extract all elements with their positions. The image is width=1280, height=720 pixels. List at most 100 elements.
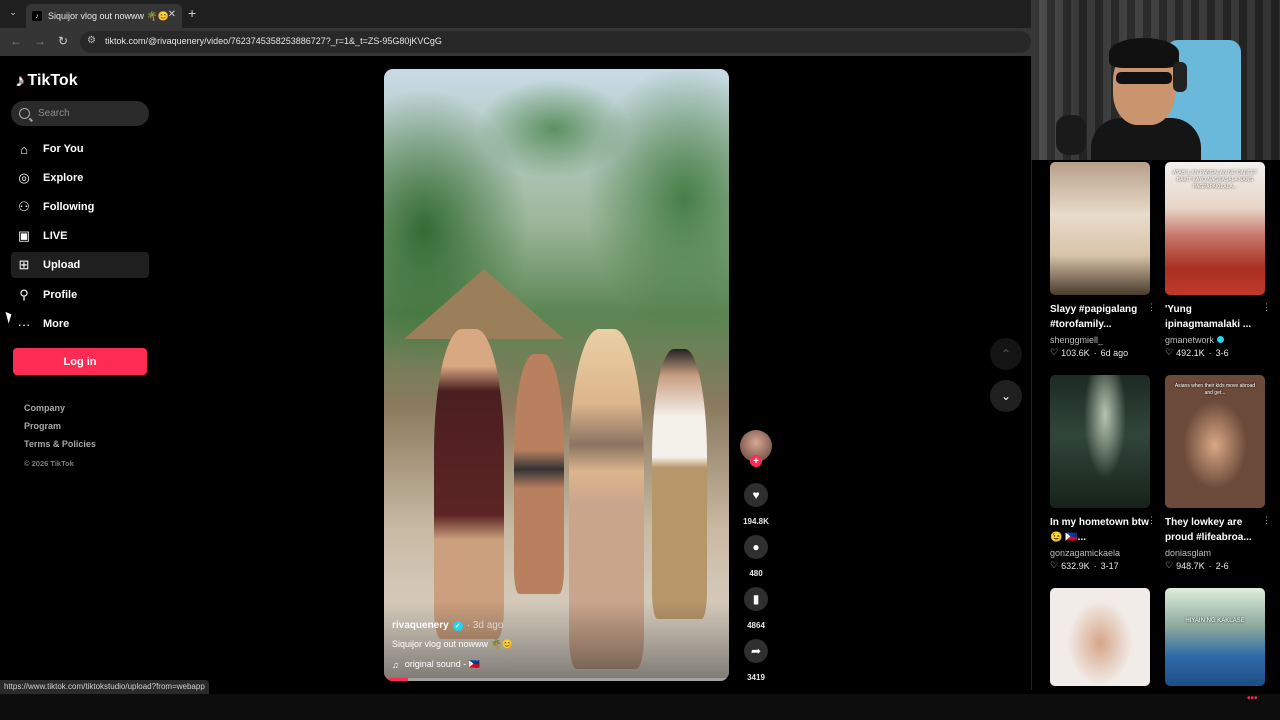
rec-stats: ♡ 492.1K · 3-6	[1165, 347, 1265, 358]
tiktok-logo[interactable]: ♪ TikTok	[16, 71, 78, 91]
sidebar: ♪ TikTok Search ⌂ For You ◎ Explore ⚇ Fo…	[0, 56, 160, 686]
thumbnail-text: Asians when their kids move abroad and g…	[1174, 383, 1256, 396]
new-tab-icon[interactable]: +	[188, 5, 196, 21]
video-author[interactable]: rivaquenery ✓ · 3d ago	[392, 620, 503, 631]
footer-links: Company Program Terms & Policies © 2026 …	[24, 403, 96, 468]
sidebar-item-label: Profile	[43, 289, 78, 301]
bookmark-icon[interactable]: ▮	[744, 587, 768, 611]
video-progress-fill	[384, 678, 409, 681]
share-icon[interactable]: ➦	[744, 639, 768, 663]
music-note-icon: ♫	[392, 659, 399, 670]
tab-search-icon[interactable]: ⌄	[6, 7, 20, 21]
thumbnail-text: ATAB IL AN PANGALAN NG DANCE? BAKIT KAYO…	[1172, 170, 1258, 190]
rec-card[interactable]: Asians when their kids move abroad and g…	[1165, 375, 1271, 571]
sidebar-item-live[interactable]: ▣ LIVE	[11, 223, 149, 249]
tab-title: Siquijor vlog out nowww 🌴😊	[48, 10, 169, 21]
rec-card[interactable]: In my hometown btw😉 🇵🇭... ⋮ gonzagamicka…	[1050, 375, 1156, 571]
rec-card[interactable]: Slayy #papigalang #torofamily... ⋮ sheng…	[1050, 162, 1156, 358]
webcam-headset	[1173, 62, 1187, 92]
video-person	[434, 329, 504, 639]
reload-icon[interactable]: ↻	[58, 34, 68, 48]
like-count: 194.8K	[743, 517, 769, 526]
footer-company-link[interactable]: Company	[24, 403, 96, 421]
video-sound[interactable]: ♫ original sound - 🇵🇭	[392, 659, 480, 670]
rec-views: 632.9K	[1061, 560, 1090, 571]
bookmark-count: 4864	[747, 621, 765, 630]
sidebar-item-profile[interactable]: ⚲ Profile	[11, 282, 149, 308]
author-avatar[interactable]: +	[740, 430, 772, 467]
live-tv-icon: ▣	[17, 228, 31, 243]
video-player[interactable]: rivaquenery ✓ · 3d ago Siquijor vlog out…	[384, 69, 729, 681]
more-options-icon[interactable]: ⋮	[1262, 302, 1271, 313]
like-icon[interactable]: ♥	[744, 483, 768, 507]
dot-separator: ·	[1208, 347, 1212, 358]
url-text: tiktok.com/@rivaquenery/video/7623745358…	[105, 36, 442, 46]
forward-icon[interactable]: →	[34, 34, 46, 48]
rec-thumbnail[interactable]: Asians when their kids move abroad and g…	[1165, 375, 1265, 508]
rec-card[interactable]	[1050, 588, 1150, 686]
footer-terms-link[interactable]: Terms & Policies	[24, 439, 96, 457]
sidebar-item-explore[interactable]: ◎ Explore	[11, 165, 149, 191]
dot-separator: ·	[1093, 560, 1097, 571]
back-icon[interactable]: ←	[10, 34, 22, 48]
more-options-icon[interactable]: ⋮	[1147, 302, 1156, 313]
rec-card[interactable]: HIYAIN NG KAKLASE	[1165, 588, 1265, 686]
rec-author[interactable]: doniasglam	[1165, 546, 1265, 559]
video-person	[652, 349, 707, 619]
more-options-icon[interactable]: ⋮	[1147, 515, 1156, 526]
upload-icon: ⊞	[18, 257, 30, 272]
more-dots-icon: ···	[17, 316, 31, 332]
video-sound-label: original sound - 🇵🇭	[404, 659, 480, 669]
rec-stats: ♡ 632.9K · 3-17	[1050, 560, 1150, 571]
rec-author-row[interactable]: gmanetwork	[1165, 333, 1265, 346]
sidebar-item-more[interactable]: ··· More	[11, 311, 149, 337]
rec-views: 948.7K	[1176, 560, 1205, 571]
rec-author[interactable]: gonzagamickaela	[1050, 546, 1150, 559]
logo-text: TikTok	[27, 72, 78, 89]
rec-thumbnail[interactable]	[1050, 375, 1150, 508]
search-placeholder: Search	[38, 108, 70, 119]
rec-date: 3-17	[1100, 560, 1119, 571]
sidebar-item-for-you[interactable]: ⌂ For You	[11, 136, 149, 162]
more-options-icon[interactable]: ⋮	[1262, 515, 1271, 526]
rec-thumbnail[interactable]	[1050, 162, 1150, 295]
video-date: · 3d ago	[466, 620, 504, 631]
next-video-chevron-down-icon[interactable]: ⌄	[990, 380, 1022, 412]
address-bar[interactable]: ⚙ tiktok.com/@rivaquenery/video/76237453…	[80, 31, 1031, 53]
browser-tab[interactable]: ♪ Siquijor vlog out nowww 🌴😊 ✕	[26, 4, 182, 28]
rec-title[interactable]: Slayy #papigalang #torofamily...	[1050, 302, 1150, 332]
sidebar-item-upload[interactable]: ⊞ Upload	[11, 252, 149, 278]
comment-count: 480	[749, 569, 763, 578]
rec-card[interactable]: ATAB IL AN PANGALAN NG DANCE? BAKIT KAYO…	[1165, 162, 1271, 358]
sidebar-item-label: Explore	[43, 172, 84, 184]
copyright-text: © 2026 TikTok	[24, 459, 74, 468]
follow-plus-icon[interactable]: +	[750, 455, 762, 467]
rec-thumbnail[interactable]: HIYAIN NG KAKLASE	[1165, 588, 1265, 686]
webcam-microphone	[1056, 115, 1086, 155]
comment-icon[interactable]: ●	[744, 535, 768, 559]
search-input[interactable]: Search	[11, 101, 149, 126]
tab-close-icon[interactable]: ✕	[168, 9, 176, 20]
video-actions: + ♥ 194.8K ● 480 ▮ 4864 ➦ 3419	[740, 430, 772, 682]
search-icon	[19, 108, 30, 119]
rec-title[interactable]: In my hometown btw😉 🇵🇭...	[1050, 515, 1150, 545]
video-caption: Siquijor vlog out nowww 🌴😊	[392, 639, 513, 649]
rec-title[interactable]: They lowkey are proud #lifeabroa...	[1165, 515, 1265, 545]
site-settings-icon[interactable]: ⚙	[87, 35, 96, 46]
rec-thumbnail[interactable]: ATAB IL AN PANGALAN NG DANCE? BAKIT KAYO…	[1165, 162, 1265, 295]
rec-thumbnail[interactable]	[1050, 588, 1150, 686]
video-hut-shape	[404, 269, 564, 339]
sidebar-item-label: LIVE	[43, 230, 68, 242]
previous-video-chevron-up-icon[interactable]: ⌃	[990, 338, 1022, 370]
webcam-person-hair	[1109, 38, 1179, 68]
user-icon: ⚲	[19, 287, 29, 302]
heart-outline-icon: ♡	[1050, 560, 1059, 570]
video-author-name: rivaquenery	[392, 620, 449, 631]
video-progress-bar[interactable]	[384, 678, 729, 681]
browser-tab-strip: ⌄ ♪ Siquijor vlog out nowww 🌴😊 ✕ +	[0, 0, 1031, 28]
rec-author[interactable]: shenggmiell_	[1050, 333, 1150, 346]
footer-program-link[interactable]: Program	[24, 421, 96, 439]
sidebar-item-following[interactable]: ⚇ Following	[11, 194, 149, 220]
login-button[interactable]: Log in	[13, 348, 147, 375]
rec-title[interactable]: 'Yung ipinagmamalaki ...	[1165, 302, 1265, 332]
